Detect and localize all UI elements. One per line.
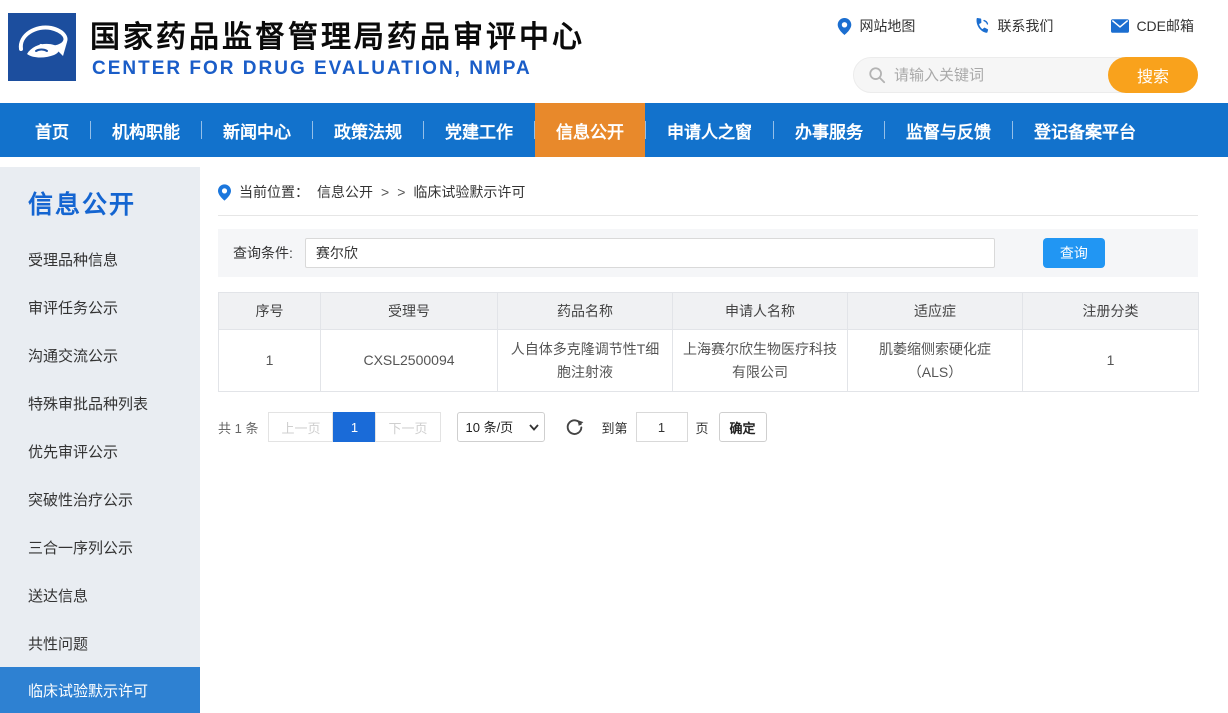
col-header-index: 序号 xyxy=(218,292,321,330)
nav-item-home[interactable]: 首页 xyxy=(14,103,90,157)
refresh-icon[interactable] xyxy=(565,418,584,437)
cell-acceptance-no: CXSL2500094 xyxy=(320,329,498,392)
sidebar-item-communication[interactable]: 沟通交流公示 xyxy=(0,331,200,379)
page-unit-label: 页 xyxy=(695,420,709,436)
main-content: 当前位置： 信息公开 > > 临床试验默示许可 查询条件: 查询 序号 受理号 … xyxy=(218,157,1199,442)
cell-applicant: 上海赛尔欣生物医疗科技有限公司 xyxy=(672,329,848,392)
confirm-button[interactable]: 确定 xyxy=(718,412,767,442)
breadcrumb-section-link[interactable]: 信息公开 xyxy=(317,182,373,202)
nav-item-functions[interactable]: 机构职能 xyxy=(91,103,201,157)
col-header-acceptance-no: 受理号 xyxy=(320,292,498,330)
header-quick-links: 网站地图 联系我们 CDE邮箱 xyxy=(837,16,1194,36)
sidebar-item-review-tasks[interactable]: 审评任务公示 xyxy=(0,283,200,331)
search-button[interactable]: 搜索 xyxy=(1108,57,1198,93)
site-search-bar: 搜索 xyxy=(853,57,1198,93)
query-button[interactable]: 查询 xyxy=(1042,238,1105,268)
search-icon xyxy=(869,67,886,84)
page-size-select-wrap: 10 条/页 xyxy=(456,412,545,442)
breadcrumb-prefix: 当前位置： xyxy=(239,184,309,200)
breadcrumb-separator: > xyxy=(397,184,406,200)
sitemap-label: 网站地图 xyxy=(859,18,916,34)
sidebar-info-disclosure: 信息公开 受理品种信息 审评任务公示 沟通交流公示 特殊审批品种列表 优先审评公… xyxy=(0,167,200,713)
query-form: 查询条件: 查询 xyxy=(218,229,1198,277)
contact-us-link[interactable]: 联系我们 xyxy=(973,16,1053,36)
contact-us-label: 联系我们 xyxy=(997,18,1054,34)
pagination: 共 1 条 上一页 1 下一页 10 条/页 到第 页 确定 xyxy=(218,412,1198,442)
sidebar-item-accepted-varieties[interactable]: 受理品种信息 xyxy=(0,235,200,283)
location-pin-icon xyxy=(838,17,852,35)
site-subtitle: CENTER FOR DRUG EVALUATION, NMPA xyxy=(92,58,532,79)
envelope-icon xyxy=(1111,19,1130,33)
page-number-button[interactable]: 1 xyxy=(333,412,376,442)
goto-page-input[interactable] xyxy=(635,412,688,442)
goto-page-label: 到第 xyxy=(601,420,628,436)
sidebar-item-priority-review[interactable]: 优先审评公示 xyxy=(0,427,200,475)
col-header-drug-name: 药品名称 xyxy=(497,292,673,330)
sidebar-item-clinical-trial-implied-license[interactable]: 临床试验默示许可 xyxy=(0,667,200,713)
cell-index: 1 xyxy=(218,329,321,392)
phone-icon xyxy=(976,17,989,33)
main-nav: 首页 机构职能 新闻中心 政策法规 党建工作 信息公开 申请人之窗 办事服务 监… xyxy=(0,103,1228,157)
query-input[interactable] xyxy=(304,238,995,268)
site-header: 国家药品监督管理局药品审评中心 CENTER FOR DRUG EVALUATI… xyxy=(0,0,1228,103)
sidebar-title: 信息公开 xyxy=(28,191,137,219)
nav-item-news[interactable]: 新闻中心 xyxy=(202,103,312,157)
cde-mail-label: CDE邮箱 xyxy=(1136,18,1194,34)
nav-item-services[interactable]: 办事服务 xyxy=(774,103,884,157)
nav-item-party[interactable]: 党建工作 xyxy=(424,103,534,157)
breadcrumb-current[interactable]: 临床试验默示许可 xyxy=(413,182,525,202)
page-size-select[interactable]: 10 条/页 xyxy=(456,412,545,442)
cell-drug-name: 人自体多克隆调节性T细胞注射液 xyxy=(497,329,673,392)
col-header-indication: 适应症 xyxy=(847,292,1023,330)
cde-logo-icon xyxy=(8,13,76,81)
cde-mail-link[interactable]: CDE邮箱 xyxy=(1111,16,1194,36)
search-input[interactable] xyxy=(894,66,1108,84)
nav-item-supervision[interactable]: 监督与反馈 xyxy=(885,103,1012,157)
col-header-applicant: 申请人名称 xyxy=(672,292,848,330)
breadcrumb: 当前位置： 信息公开 > > 临床试验默示许可 xyxy=(218,182,1198,216)
sidebar-item-special-approval[interactable]: 特殊审批品种列表 xyxy=(0,379,200,427)
sidebar-item-breakthrough-therapy[interactable]: 突破性治疗公示 xyxy=(0,475,200,523)
site-title: 国家药品监督管理局药品审评中心 xyxy=(90,21,585,54)
nav-item-info-disclosure[interactable]: 信息公开 xyxy=(535,103,645,157)
sidebar-item-common-issues[interactable]: 共性问题 xyxy=(0,619,200,667)
cell-indication: 肌萎缩侧索硬化症（ALS） xyxy=(847,329,1023,392)
prev-page-button[interactable]: 上一页 xyxy=(268,412,334,442)
query-label: 查询条件: xyxy=(233,245,293,261)
location-pin-icon xyxy=(218,183,231,201)
table-row: 1 CXSL2500094 人自体多克隆调节性T细胞注射液 上海赛尔欣生物医疗科… xyxy=(218,329,1199,392)
cell-registration-class: 1 xyxy=(1022,329,1199,392)
pagination-total: 共 1 条 xyxy=(218,420,259,436)
sidebar-item-delivery-info[interactable]: 送达信息 xyxy=(0,571,200,619)
nav-item-registration-platform[interactable]: 登记备案平台 xyxy=(1013,103,1157,157)
sidebar-item-three-in-one[interactable]: 三合一序列公示 xyxy=(0,523,200,571)
results-table: 序号 受理号 药品名称 申请人名称 适应症 注册分类 1 CXSL2500094… xyxy=(218,292,1199,392)
table-header-row: 序号 受理号 药品名称 申请人名称 适应症 注册分类 xyxy=(218,292,1199,330)
nav-item-policy[interactable]: 政策法规 xyxy=(313,103,423,157)
sitemap-link[interactable]: 网站地图 xyxy=(837,16,915,36)
nav-item-applicant-window[interactable]: 申请人之窗 xyxy=(646,103,773,157)
col-header-registration-class: 注册分类 xyxy=(1022,292,1199,330)
next-page-button[interactable]: 下一页 xyxy=(375,412,441,442)
breadcrumb-separator: > xyxy=(381,184,390,200)
